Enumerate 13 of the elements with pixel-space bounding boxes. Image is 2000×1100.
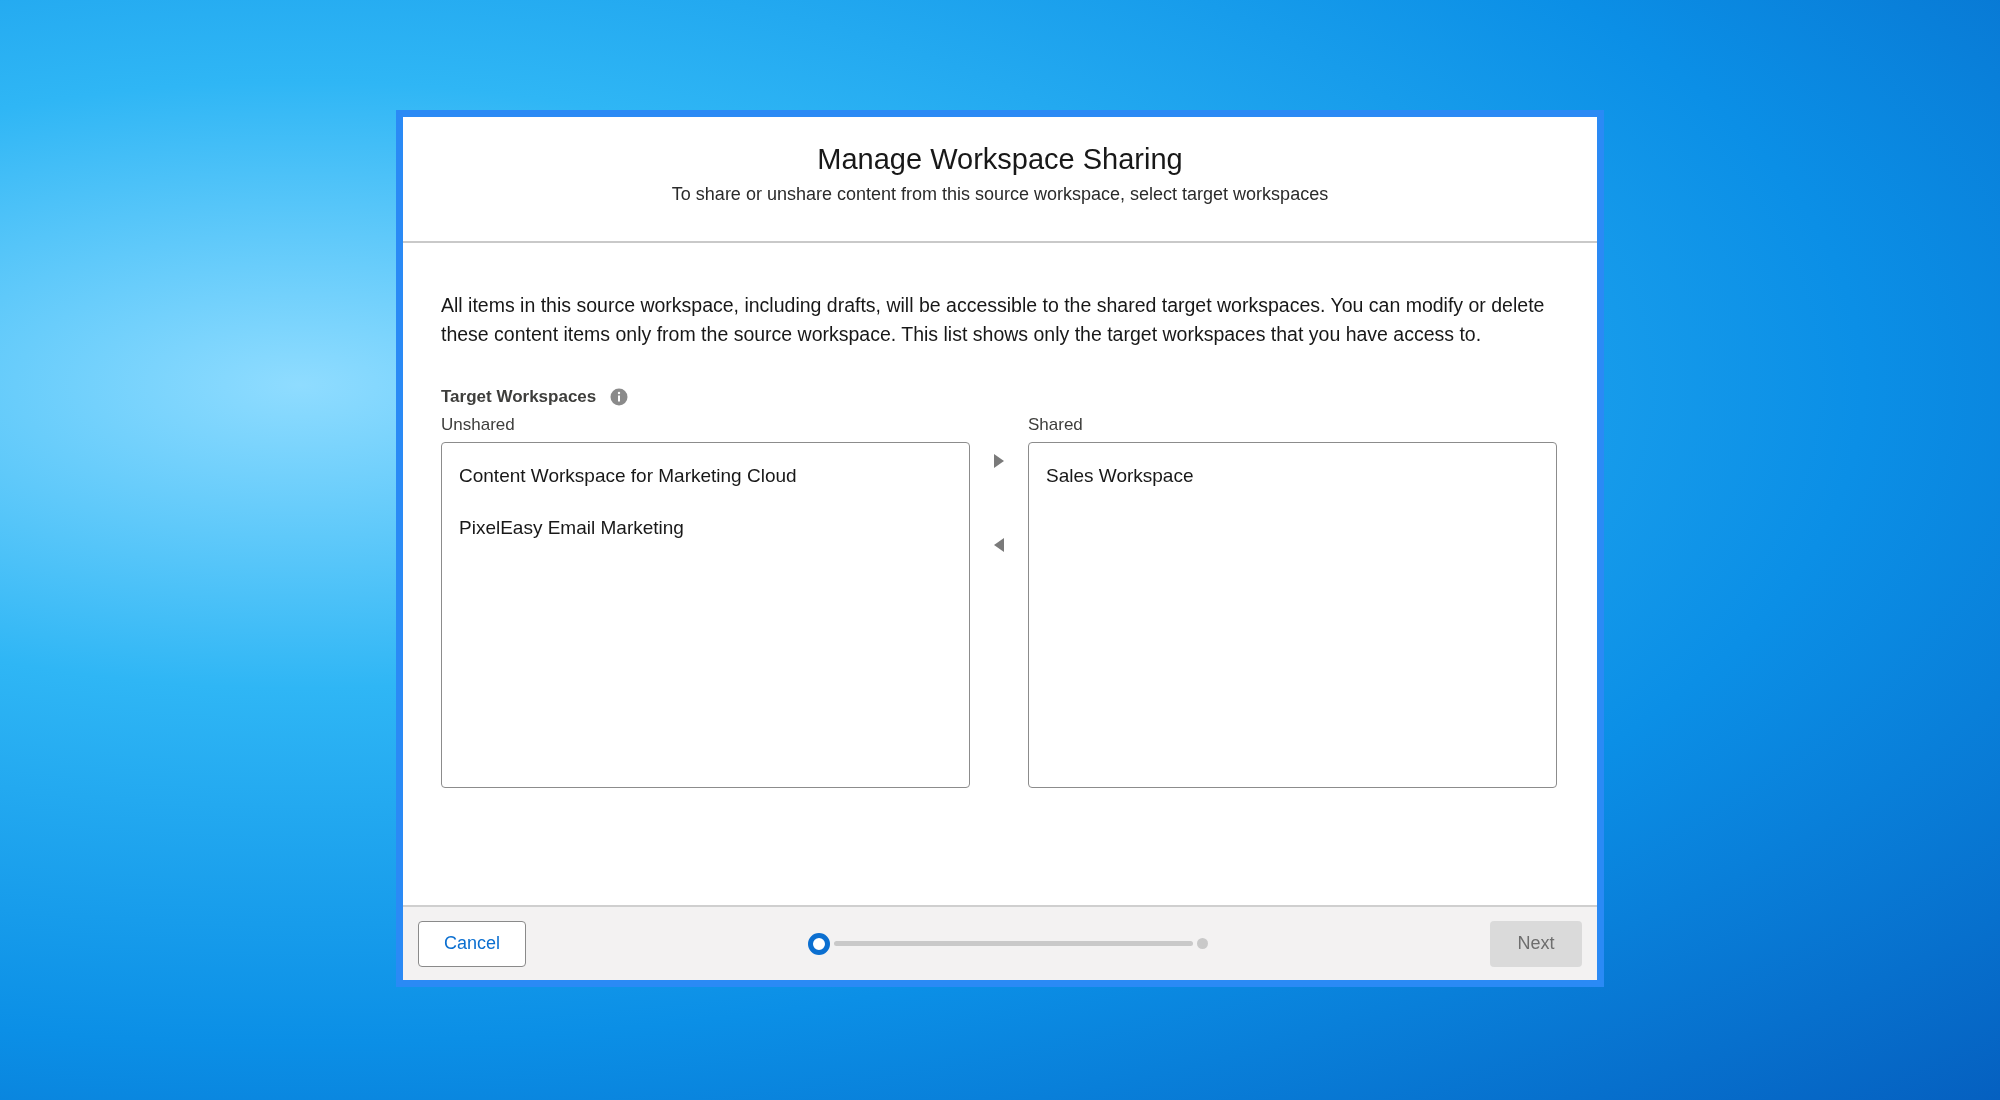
cancel-button[interactable]: Cancel [418, 920, 526, 967]
list-option[interactable]: Sales Workspace [1029, 457, 1556, 495]
list-label: Unshared [441, 415, 516, 435]
move-right-button[interactable] [993, 453, 1005, 469]
info-icon[interactable] [610, 388, 629, 406]
move-left-button[interactable] [993, 537, 1005, 553]
dialog-subtitle: To share or unshare content from this source workspace, select target workspaces [671, 184, 1329, 205]
description-text: All items in this source workspace, including drafts, will be accessible to the shared target workspaces. You can modify or delete these content items only from the source workspace. This list shows only the target workspaces that you have access to. [441, 293, 1546, 347]
list-label: Shared [1028, 415, 1084, 435]
list-option[interactable]: PixelEasy Email Marketing [442, 509, 969, 547]
dialog-title: Manage Workspace Sharing [817, 143, 1183, 176]
list-option[interactable]: Content Workspace for Marketing Cloud [442, 457, 969, 495]
field-label: Target Workspaces [441, 387, 597, 407]
